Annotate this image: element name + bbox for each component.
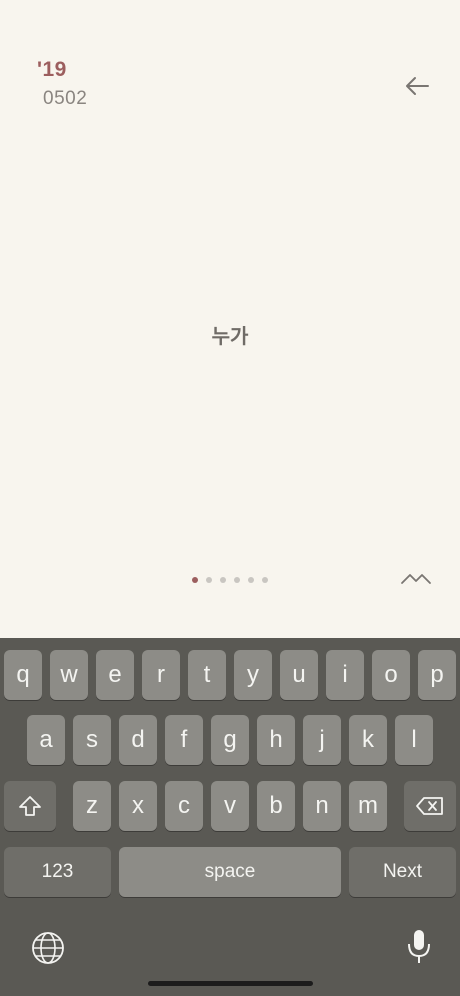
backspace-key[interactable] [404, 781, 456, 831]
key-n[interactable]: n [303, 781, 341, 831]
key-x[interactable]: x [119, 781, 157, 831]
question-prompt: 누가 [211, 324, 249, 348]
key-w[interactable]: w [50, 650, 88, 700]
numbers-key[interactable]: 123 [4, 847, 111, 897]
key-d[interactable]: d [119, 715, 157, 765]
double-chevron-up-icon[interactable] [399, 570, 433, 590]
key-t[interactable]: t [188, 650, 226, 700]
shift-key[interactable] [4, 781, 56, 831]
key-i[interactable]: i [326, 650, 364, 700]
key-s[interactable]: s [73, 715, 111, 765]
key-b[interactable]: b [257, 781, 295, 831]
key-o[interactable]: o [372, 650, 410, 700]
page-indicator [192, 577, 268, 585]
key-a[interactable]: a [27, 715, 65, 765]
home-indicator [148, 981, 313, 986]
app-screen: '19 0502 누가 [0, 0, 460, 638]
key-c[interactable]: c [165, 781, 203, 831]
page-dot[interactable] [248, 577, 254, 583]
page-dot[interactable] [234, 577, 240, 583]
key-k[interactable]: k [349, 715, 387, 765]
back-arrow-icon[interactable] [400, 70, 434, 102]
space-key[interactable]: space [119, 847, 341, 897]
next-key[interactable]: Next [349, 847, 456, 897]
entry-year: '19 [37, 58, 67, 81]
key-v[interactable]: v [211, 781, 249, 831]
page-dot[interactable] [220, 577, 226, 583]
microphone-icon[interactable] [406, 928, 432, 966]
key-y[interactable]: y [234, 650, 272, 700]
key-p[interactable]: p [418, 650, 456, 700]
backspace-icon [416, 797, 443, 815]
key-h[interactable]: h [257, 715, 295, 765]
page-dot[interactable] [262, 577, 268, 583]
key-g[interactable]: g [211, 715, 249, 765]
page-dot[interactable] [192, 577, 198, 583]
key-j[interactable]: j [303, 715, 341, 765]
entry-date: 0502 [43, 88, 88, 109]
key-u[interactable]: u [280, 650, 318, 700]
key-m[interactable]: m [349, 781, 387, 831]
globe-icon[interactable] [30, 930, 66, 966]
key-f[interactable]: f [165, 715, 203, 765]
shift-icon [19, 796, 41, 816]
key-q[interactable]: q [4, 650, 42, 700]
key-e[interactable]: e [96, 650, 134, 700]
page-dot[interactable] [206, 577, 212, 583]
key-r[interactable]: r [142, 650, 180, 700]
key-z[interactable]: z [73, 781, 111, 831]
key-l[interactable]: l [395, 715, 433, 765]
